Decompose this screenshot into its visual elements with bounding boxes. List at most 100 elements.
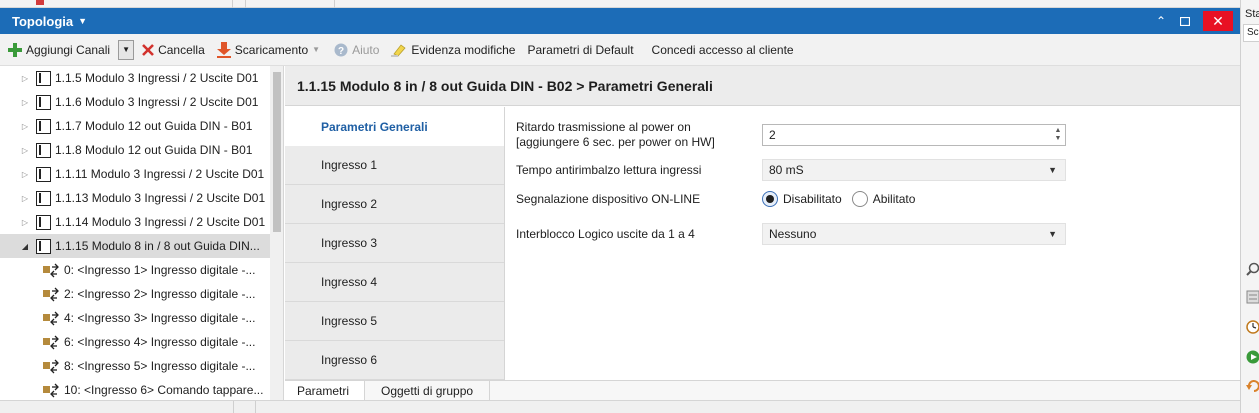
- chevron-up-icon[interactable]: ▲: [1055, 127, 1062, 135]
- tree-device-row[interactable]: ▷ 1.1.11 Modulo 3 Ingressi / 2 Uscite D0…: [0, 162, 270, 186]
- nav-item-label: Parametri Generali: [321, 119, 428, 134]
- side-panel-field-text: Sc: [1247, 27, 1259, 38]
- undo-icon[interactable]: [1246, 379, 1259, 393]
- clock-icon[interactable]: [1246, 320, 1259, 334]
- chevron-down-icon: ▼: [122, 45, 131, 54]
- maximize-icon: [1180, 16, 1190, 26]
- chevron-down-icon: ▼: [78, 16, 88, 26]
- interlock-select[interactable]: Nessuno ▼: [762, 223, 1066, 245]
- document-tab[interactable]: [0, 0, 233, 8]
- nav-item-ingresso-6[interactable]: Ingresso 6: [285, 341, 504, 380]
- radio-disabilitato[interactable]: [762, 191, 778, 207]
- delete-button[interactable]: Cancella: [142, 43, 205, 57]
- device-icon: [36, 70, 51, 86]
- tree-device-row[interactable]: ▷ 1.1.14 Modulo 3 Ingressi / 2 Uscite D0…: [0, 210, 270, 234]
- tree-object-row[interactable]: 8: <Ingresso 5> Ingresso digitale -...: [0, 354, 270, 378]
- nav-item-ingresso-2[interactable]: Ingresso 2: [285, 185, 504, 224]
- param-row-interlock: Interblocco Logico uscite da 1 a 4 Nessu…: [516, 223, 1216, 245]
- nav-item-ingresso-4[interactable]: Ingresso 4: [285, 263, 504, 302]
- radio-disabilitato-label[interactable]: Disabilitato: [783, 192, 842, 206]
- tree-device-row[interactable]: ▷ 1.1.8 Modulo 12 out Guida DIN - B01: [0, 138, 270, 162]
- delay-value[interactable]: 2: [769, 128, 776, 142]
- add-channels-button[interactable]: Aggiungi Canali: [8, 42, 110, 57]
- nav-item-parametri-generali[interactable]: Parametri Generali: [285, 107, 504, 146]
- param-label-online: Segnalazione dispositivo ON-LINE: [516, 191, 701, 206]
- group-object-icon: [43, 335, 59, 350]
- tree-device-row[interactable]: ▷ 1.1.7 Modulo 12 out Guida DIN - B01: [0, 114, 270, 138]
- side-panel-label: Sta: [1245, 8, 1259, 20]
- download-dropdown[interactable]: ▼: [312, 45, 320, 54]
- grant-access-button[interactable]: Concedi accesso al cliente: [652, 43, 794, 57]
- nav-item-label: Ingresso 1: [321, 158, 378, 172]
- nav-item-ingresso-5[interactable]: Ingresso 5: [285, 302, 504, 341]
- collapse-panel-button[interactable]: ⌃: [1150, 8, 1172, 34]
- side-panel-field[interactable]: Sc: [1243, 24, 1259, 42]
- nav-item-ingresso-3[interactable]: Ingresso 3: [285, 224, 504, 263]
- close-button[interactable]: ✕: [1203, 11, 1233, 31]
- expand-icon[interactable]: ▷: [20, 194, 30, 203]
- maximize-button[interactable]: [1174, 8, 1196, 34]
- tree-device-label: 1.1.14 Modulo 3 Ingressi / 2 Uscite D01: [55, 215, 266, 229]
- panel-title: Topologia: [12, 13, 74, 29]
- tree-object-label: 8: <Ingresso 5> Ingresso digitale -...: [64, 359, 256, 373]
- parameter-nav: Parametri Generali Ingresso 1 Ingresso 2…: [285, 107, 505, 380]
- nav-item-ingresso-1[interactable]: Ingresso 1: [285, 146, 504, 185]
- debounce-select[interactable]: 80 mS ▼: [762, 159, 1066, 181]
- expand-icon[interactable]: ▷: [20, 98, 30, 107]
- tree-object-label: 2: <Ingresso 2> Ingresso digitale -...: [64, 287, 256, 301]
- tab-oggetti-di-gruppo[interactable]: Oggetti di gruppo: [365, 381, 490, 401]
- tree-device-row[interactable]: ▷ 1.1.6 Modulo 3 Ingressi / 2 Uscite D01: [0, 90, 270, 114]
- tree-device-row-selected[interactable]: ◢ 1.1.15 Modulo 8 in / 8 out Guida DIN..…: [0, 234, 270, 258]
- tree-object-row[interactable]: 6: <Ingresso 4> Ingresso digitale -...: [0, 330, 270, 354]
- document-tab-2[interactable]: [245, 0, 335, 8]
- group-object-icon: [43, 359, 59, 374]
- expand-icon[interactable]: ▷: [20, 146, 30, 155]
- tab-label: Parametri: [297, 384, 350, 398]
- chevron-down-icon[interactable]: ▼: [1055, 135, 1062, 143]
- param-row-delay: Ritardo trasmissione al power on [aggiun…: [516, 120, 1216, 150]
- chevron-down-icon: ▼: [1048, 165, 1057, 175]
- radio-abilitato[interactable]: [851, 191, 868, 207]
- param-label-delay: Ritardo trasmissione al power on [aggiun…: [516, 120, 762, 150]
- tree-device-row[interactable]: ▷ 1.1.5 Modulo 3 Ingressi / 2 Uscite D01: [0, 66, 270, 90]
- add-channels-dropdown[interactable]: ▼: [118, 39, 135, 60]
- tree-scrollbar-thumb[interactable]: [273, 72, 281, 232]
- highlight-icon: [391, 43, 407, 57]
- device-icon: [36, 166, 51, 182]
- download-icon: [216, 41, 231, 58]
- expand-icon[interactable]: ▷: [20, 74, 30, 83]
- device-icon: [36, 94, 51, 110]
- device-icon: [36, 118, 51, 134]
- tree-scrollbar[interactable]: [270, 66, 283, 400]
- param-label-line: [aggiungere 6 sec. per power on HW]: [516, 135, 715, 149]
- radio-abilitato-label[interactable]: Abilitato: [873, 192, 916, 206]
- download-label: Scaricamento: [234, 42, 309, 57]
- highlight-changes-button[interactable]: Evidenza modifiche: [391, 43, 515, 57]
- tree-object-row[interactable]: 0: <Ingresso 1> Ingresso digitale -...: [0, 258, 270, 282]
- delay-stepper[interactable]: 2 ▲ ▼: [762, 124, 1066, 146]
- tree-object-row[interactable]: 4: <Ingresso 3> Ingresso digitale -...: [0, 306, 270, 330]
- tree-device-label: 1.1.5 Modulo 3 Ingressi / 2 Uscite D01: [55, 71, 259, 85]
- param-label-line: Ritardo trasmissione al power on: [516, 120, 691, 134]
- tab-parametri[interactable]: Parametri: [285, 381, 365, 401]
- collapse-icon[interactable]: ◢: [20, 242, 30, 251]
- status-bar: [0, 400, 1240, 413]
- tree-object-row[interactable]: 2: <Ingresso 2> Ingresso digitale -...: [0, 282, 270, 306]
- play-icon[interactable]: [1246, 350, 1259, 364]
- properties-icon[interactable]: [1246, 290, 1259, 304]
- expand-icon[interactable]: ▷: [20, 218, 30, 227]
- stepper-arrows[interactable]: ▲ ▼: [1051, 125, 1065, 145]
- download-button[interactable]: Scaricamento: [216, 41, 309, 58]
- online-radio-group: Disabilitato Abilitato: [762, 191, 915, 207]
- tab-marker: [36, 0, 44, 5]
- tree-object-row[interactable]: 10: <Ingresso 6> Comando tappare...: [0, 378, 270, 400]
- group-object-icon: [43, 263, 59, 278]
- expand-icon[interactable]: ▷: [20, 170, 30, 179]
- panel-title-dropdown[interactable]: Topologia ▼: [0, 14, 87, 29]
- parameters-panel: 1.1.15 Modulo 8 in / 8 out Guida DIN - B…: [285, 66, 1240, 401]
- search-icon[interactable]: [1246, 262, 1259, 276]
- expand-icon[interactable]: ▷: [20, 122, 30, 131]
- default-params-button[interactable]: Parametri di Default: [527, 43, 633, 57]
- help-button[interactable]: ? Aiuto: [334, 43, 379, 57]
- tree-device-row[interactable]: ▷ 1.1.13 Modulo 3 Ingressi / 2 Uscite D0…: [0, 186, 270, 210]
